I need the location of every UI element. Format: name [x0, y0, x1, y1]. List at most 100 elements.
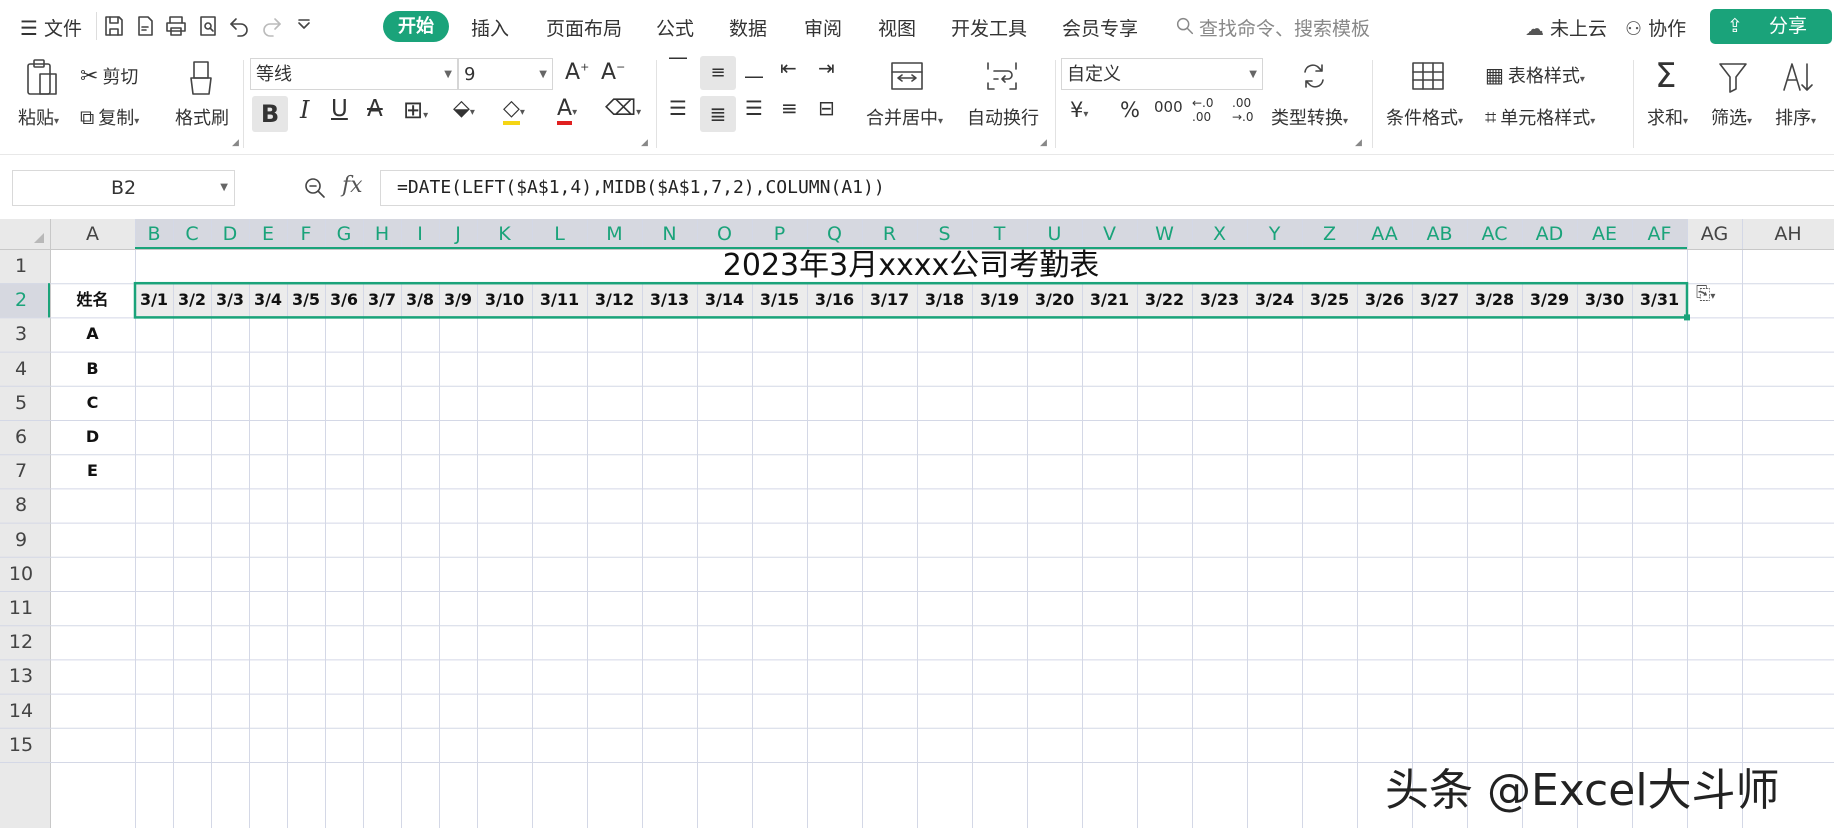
undo-icon[interactable]	[227, 14, 251, 38]
date-cell[interactable]: 3/13	[642, 283, 697, 317]
column-header[interactable]: V	[1082, 219, 1137, 249]
row-header[interactable]: 7	[0, 454, 42, 488]
date-cell[interactable]: 3/25	[1302, 283, 1357, 317]
tab-page-layout[interactable]: 页面布局	[546, 14, 622, 41]
date-cell[interactable]: 3/19	[972, 283, 1027, 317]
column-header[interactable]: H	[363, 219, 401, 249]
strikethrough-icon[interactable]: A	[367, 96, 383, 122]
merge-center-icon[interactable]	[890, 60, 924, 92]
sum-button[interactable]: 求和▾	[1647, 104, 1688, 130]
column-header[interactable]: AF	[1632, 219, 1687, 249]
column-header[interactable]: A	[50, 219, 135, 249]
export-pdf-icon[interactable]	[133, 14, 157, 38]
print-preview-icon[interactable]	[196, 14, 220, 38]
align-middle-icon[interactable]: ≡	[700, 56, 736, 90]
column-header[interactable]: E	[249, 219, 287, 249]
column-header[interactable]: M	[587, 219, 642, 249]
date-cell[interactable]: 3/21	[1082, 283, 1137, 317]
row-header[interactable]: 4	[0, 352, 42, 386]
decrease-decimal-icon[interactable]: .00 →.0	[1232, 96, 1254, 124]
fx-icon[interactable]: fx	[342, 173, 363, 198]
date-cell[interactable]: 3/8	[401, 283, 439, 317]
date-cell[interactable]: 3/22	[1137, 283, 1192, 317]
command-search[interactable]: 查找命令、搜索模板	[1172, 12, 1392, 40]
fill-color-icon[interactable]: ◇▾	[503, 96, 525, 125]
employee-name-cell[interactable]: A	[50, 317, 135, 351]
borders-icon[interactable]: ⊞▾	[403, 96, 428, 124]
column-header[interactable]: C	[173, 219, 211, 249]
row-header[interactable]: 14	[0, 694, 42, 728]
date-cell[interactable]: 3/14	[697, 283, 752, 317]
clear-format-icon[interactable]: ⌫▾	[605, 96, 641, 121]
group-dialog-launcher[interactable]: ◢	[641, 138, 648, 148]
column-header[interactable]: AC	[1467, 219, 1522, 249]
tab-insert[interactable]: 插入	[471, 14, 509, 41]
date-cell[interactable]: 3/28	[1467, 283, 1522, 317]
cut-button[interactable]: ✂ 剪切	[80, 63, 138, 89]
date-cell[interactable]: 3/5	[287, 283, 325, 317]
align-right-icon[interactable]: ☰	[745, 96, 763, 120]
name-box[interactable]: B2 ▼	[12, 170, 235, 206]
column-header[interactable]: S	[917, 219, 972, 249]
column-header[interactable]: AE	[1577, 219, 1632, 249]
date-cell[interactable]: 3/4	[249, 283, 287, 317]
tab-data[interactable]: 数据	[729, 14, 767, 41]
tab-formulas[interactable]: 公式	[656, 14, 694, 41]
font-size-select[interactable]: 9 ▼	[458, 58, 553, 90]
print-icon[interactable]	[164, 14, 188, 38]
align-top-icon[interactable]: ⎺	[669, 56, 687, 77]
increase-indent-icon[interactable]: ⇥	[818, 56, 835, 80]
align-bottom-icon[interactable]: ⎽	[745, 58, 763, 79]
employee-name-cell[interactable]: E	[50, 454, 135, 488]
column-header[interactable]: T	[972, 219, 1027, 249]
number-format-select[interactable]: 自定义 ▼	[1061, 58, 1263, 90]
column-header[interactable]: N	[642, 219, 697, 249]
column-header[interactable]: O	[697, 219, 752, 249]
row-header[interactable]: 3	[0, 317, 42, 351]
formula-input[interactable]: =DATE(LEFT($A$1,4),MIDB($A$1,7,2),COLUMN…	[380, 170, 1834, 206]
date-cell[interactable]: 3/15	[752, 283, 807, 317]
worksheet[interactable]: A B C D E F G H I J K L M N O P Q R S T U V W X Y Z AA AB AC AD AE AF AG…	[0, 219, 1834, 828]
date-cell[interactable]: 3/10	[477, 283, 532, 317]
date-cell[interactable]: 3/9	[439, 283, 477, 317]
tab-review[interactable]: 审阅	[804, 14, 842, 41]
underline-icon[interactable]: U	[331, 96, 348, 122]
column-header[interactable]: K	[477, 219, 532, 249]
column-header[interactable]: Z	[1302, 219, 1357, 249]
date-cell[interactable]: 3/24	[1247, 283, 1302, 317]
filter-button[interactable]: 筛选▾	[1711, 104, 1752, 130]
cell-fill-pattern-icon[interactable]: ⬙▾	[453, 96, 475, 121]
sum-icon[interactable]: Σ	[1655, 56, 1676, 96]
column-header[interactable]: AA	[1357, 219, 1412, 249]
group-dialog-launcher[interactable]: ◢	[1040, 138, 1047, 148]
distributed-align-icon[interactable]: ⊟	[818, 96, 835, 120]
sort-button[interactable]: 排序▾	[1775, 104, 1816, 130]
tab-developer[interactable]: 开发工具	[951, 14, 1027, 41]
date-cell[interactable]: 3/6	[325, 283, 363, 317]
cloud-status[interactable]: ☁ 未上云	[1525, 14, 1607, 41]
wrap-text-icon[interactable]	[985, 60, 1019, 92]
row-header[interactable]: 11	[0, 591, 42, 625]
decrease-font-icon[interactable]: A−	[601, 60, 625, 85]
font-name-select[interactable]: 等线 ▼	[250, 58, 458, 90]
employee-name-cell[interactable]: C	[50, 386, 135, 420]
percent-icon[interactable]: %	[1120, 98, 1140, 122]
date-cell[interactable]: 3/16	[807, 283, 862, 317]
date-cell[interactable]: 3/30	[1577, 283, 1632, 317]
format-painter-icon[interactable]	[186, 60, 216, 98]
column-header[interactable]: AH	[1742, 219, 1834, 249]
bold-icon[interactable]: B	[252, 96, 288, 132]
column-header[interactable]: Y	[1247, 219, 1302, 249]
date-cell[interactable]: 3/7	[363, 283, 401, 317]
table-style-button[interactable]: ▦ 表格样式▾	[1485, 62, 1585, 88]
column-header[interactable]: Q	[807, 219, 862, 249]
column-header[interactable]: J	[439, 219, 477, 249]
paste-button[interactable]: 粘贴▾	[18, 104, 59, 130]
date-cell[interactable]: 3/2	[173, 283, 211, 317]
conditional-format-icon[interactable]	[1411, 60, 1445, 92]
date-cell[interactable]: 3/17	[862, 283, 917, 317]
column-header[interactable]: B	[135, 219, 173, 249]
cell-style-button[interactable]: ⌗ 单元格样式▾	[1485, 104, 1595, 130]
date-cell[interactable]: 3/29	[1522, 283, 1577, 317]
group-dialog-launcher[interactable]: ◢	[232, 138, 239, 148]
